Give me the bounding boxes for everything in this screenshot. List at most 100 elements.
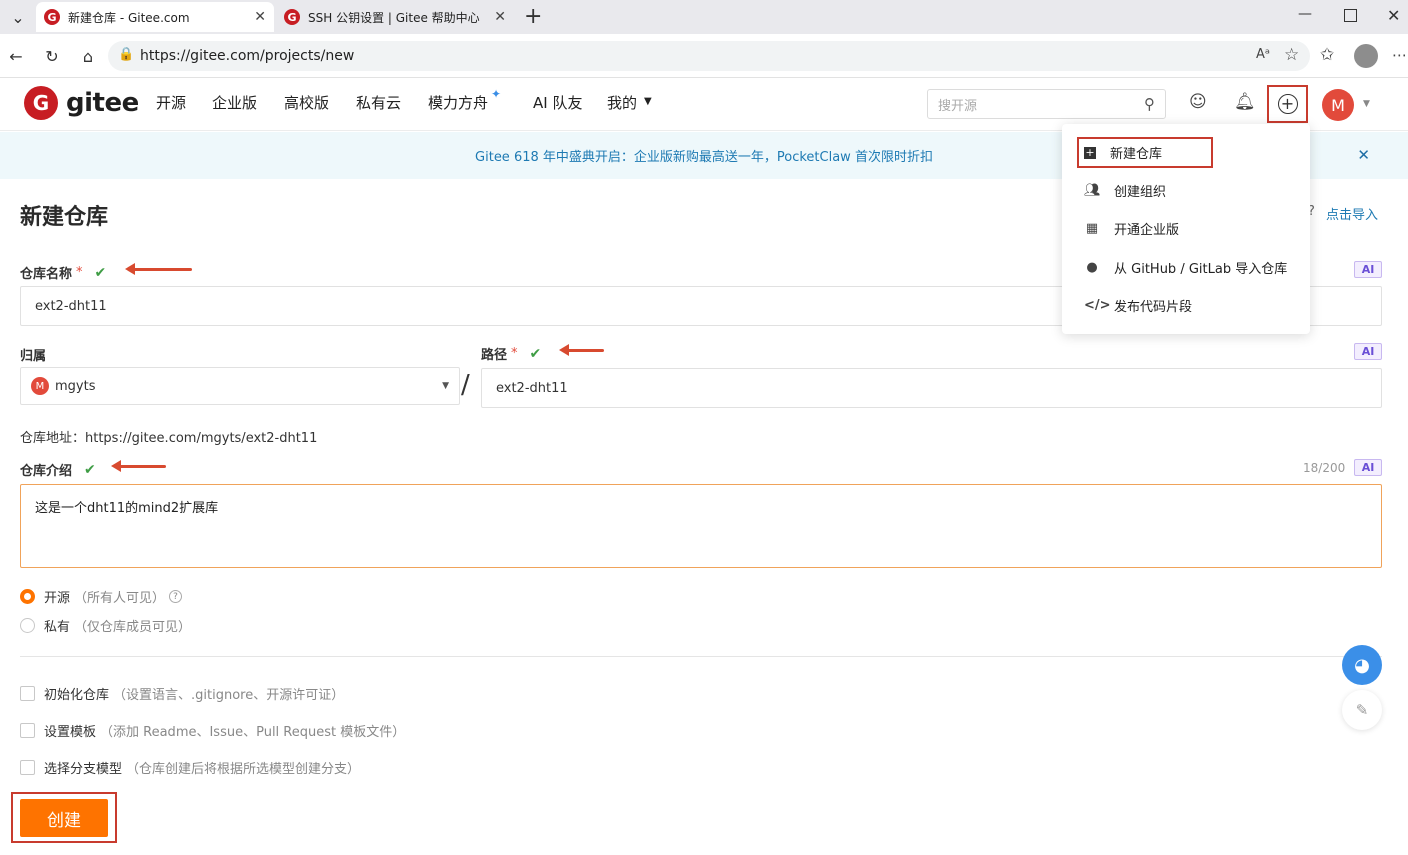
nav-education[interactable]: 高校版 [284, 92, 329, 113]
more-icon[interactable]: ⋯ [1392, 46, 1407, 64]
robot-icon[interactable]: ☺ [1189, 92, 1207, 112]
template-hint: （添加 Readme、Issue、Pull Request 模板文件） [100, 725, 406, 740]
init-hint: （设置语言、.gitignore、开源许可证） [113, 688, 345, 703]
banner-close-icon[interactable]: ✕ [1357, 146, 1370, 164]
public-label: 开源 [44, 591, 71, 606]
plus-circle-icon: + [1277, 94, 1298, 114]
gitee-favicon-icon: G [44, 9, 60, 25]
nav-open-source[interactable]: 开源 [156, 92, 186, 113]
close-tab-icon[interactable]: ✕ [254, 9, 266, 25]
ai-name-button[interactable]: AI [1354, 261, 1382, 278]
divider [20, 656, 1382, 657]
favorite-star-icon[interactable]: ☆ [1284, 45, 1299, 65]
menu-enterprise[interactable]: ▦ 开通企业版 [1084, 219, 1179, 238]
assistant-float-icon[interactable]: ◕ [1342, 645, 1382, 685]
menu-label: 创建组织 [1114, 185, 1167, 200]
menu-import[interactable]: ● 从 GitHub / GitLab 导入仓库 [1084, 258, 1287, 277]
site-search[interactable]: 搜开源 ⚲ [927, 89, 1166, 119]
radio-public[interactable] [20, 589, 35, 604]
check-icon: ✔ [529, 345, 542, 362]
close-tab-icon[interactable]: ✕ [494, 9, 506, 25]
owner-avatar: M [31, 377, 49, 395]
plus-square-icon: + [1084, 145, 1096, 159]
nav-ai-teammate[interactable]: AI 队友 [533, 92, 582, 113]
repo-name-label: 仓库名称 [20, 267, 73, 282]
annotation-arrow [125, 263, 192, 275]
option-template[interactable]: 设置模板 （添加 Readme、Issue、Pull Request 模板文件） [20, 721, 405, 740]
tab-new-repo[interactable]: G 新建仓库 - Gitee.com ✕ [36, 2, 274, 32]
checkbox-template[interactable] [20, 723, 35, 738]
ai-intro-button[interactable]: AI [1354, 459, 1382, 476]
create-dropdown-menu: + 新建仓库 👥︎ 创建组织 ▦ 开通企业版 ● 从 GitHub / GitL… [1062, 124, 1310, 334]
repo-name-label-row: 仓库名称 * ✔ [20, 263, 107, 283]
gitee-logo-icon: G [24, 86, 58, 120]
tab-label: 新建仓库 - Gitee.com [68, 10, 190, 25]
checkbox-init[interactable] [20, 686, 35, 701]
menu-create-org[interactable]: 👥︎ 创建组织 [1084, 181, 1166, 200]
import-link[interactable]: 点击导入 [1326, 204, 1378, 223]
owner-value: mgyts [55, 378, 96, 394]
option-branch-model[interactable]: 选择分支模型 （仓库创建后将根据所选模型创建分支） [20, 758, 360, 777]
radio-private[interactable] [20, 618, 35, 633]
tab-ssh-help[interactable]: G SSH 公钥设置 | Gitee 帮助中心 ✕ [276, 2, 514, 32]
required-mark: * [511, 346, 518, 361]
check-icon: ✔ [84, 461, 96, 478]
sparkle-icon: ✦ [491, 87, 502, 101]
users-icon: 👥︎ [1084, 183, 1101, 198]
nav-moli[interactable]: 模力方舟 [428, 92, 488, 113]
minimize-icon[interactable]: — [1298, 6, 1312, 22]
refresh-icon[interactable]: ↻ [38, 42, 66, 70]
menu-snippet[interactable]: </> 发布代码片段 [1084, 296, 1192, 315]
init-label: 初始化仓库 [44, 688, 110, 703]
menu-label: 开通企业版 [1114, 223, 1180, 238]
private-label: 私有 [44, 620, 71, 635]
create-button[interactable]: 创建 [20, 799, 108, 837]
menu-label: 从 GitHub / GitLab 导入仓库 [1114, 262, 1288, 277]
tab-list-chevron-icon[interactable]: ⌄ [4, 3, 32, 31]
owner-select[interactable]: M mgyts ▼ [20, 367, 460, 405]
search-icon[interactable]: ⚲ [1144, 95, 1155, 113]
checkbox-branch[interactable] [20, 760, 35, 775]
path-label: 路径 [481, 348, 508, 363]
ai-path-button[interactable]: AI [1354, 343, 1382, 360]
nav-private-cloud[interactable]: 私有云 [356, 92, 401, 113]
feedback-edit-icon[interactable]: ✎ [1342, 690, 1382, 730]
menu-new-repo[interactable]: + 新建仓库 [1084, 143, 1162, 162]
menu-label: 新建仓库 [1110, 147, 1163, 162]
option-init-repo[interactable]: 初始化仓库 （设置语言、.gitignore、开源许可证） [20, 684, 344, 703]
gitee-logo[interactable]: G gitee [24, 86, 139, 120]
help-icon[interactable]: ? [169, 590, 183, 603]
nav-enterprise[interactable]: 企业版 [212, 92, 257, 113]
visibility-private[interactable]: 私有 （仅仓库成员可见） [20, 616, 191, 635]
nav-mine[interactable]: 我的 [607, 92, 637, 113]
owner-path-separator: / [461, 370, 470, 400]
create-plus-button[interactable]: + [1267, 85, 1308, 123]
window-close-icon[interactable]: ✕ [1387, 6, 1400, 25]
intro-textarea[interactable]: 这是一个dht11的mind2扩展库 [20, 484, 1382, 568]
bell-icon[interactable]: 🔔︎ [1234, 92, 1256, 112]
logo-text: gitee [66, 88, 139, 118]
path-input[interactable]: ext2-dht11 [481, 368, 1382, 408]
favorites-icon[interactable]: ✩ [1320, 45, 1334, 65]
back-icon[interactable]: ← [2, 42, 30, 70]
avatar-caret-icon[interactable]: ▼ [1363, 99, 1370, 109]
profile-icon[interactable] [1354, 44, 1378, 68]
check-icon: ✔ [94, 264, 107, 281]
banner-text[interactable]: Gitee 618 年中盛典开启：企业版新购最高送一年，PocketClaw 首… [475, 146, 933, 165]
annotation-arrow [559, 344, 604, 356]
url-bar[interactable]: 🔒 https://gitee.com/projects/new [108, 41, 1310, 71]
branch-label: 选择分支模型 [44, 762, 123, 777]
read-aloud-icon[interactable]: Aᵃ [1256, 47, 1270, 62]
intro-char-counter: 18/200 [1303, 461, 1346, 475]
search-placeholder: 搜开源 [938, 98, 978, 114]
code-icon: </> [1084, 298, 1111, 313]
user-avatar[interactable]: M [1322, 89, 1354, 121]
home-icon[interactable]: ⌂ [74, 42, 102, 70]
public-hint: （所有人可见） [74, 591, 166, 606]
template-label: 设置模板 [44, 725, 97, 740]
new-tab-button[interactable]: + [524, 4, 542, 29]
intro-value: 这是一个dht11的mind2扩展库 [35, 501, 219, 516]
maximize-icon[interactable] [1344, 9, 1357, 22]
visibility-public[interactable]: 开源 （所有人可见） ? [20, 587, 183, 606]
intro-label: 仓库介绍 [20, 464, 73, 479]
